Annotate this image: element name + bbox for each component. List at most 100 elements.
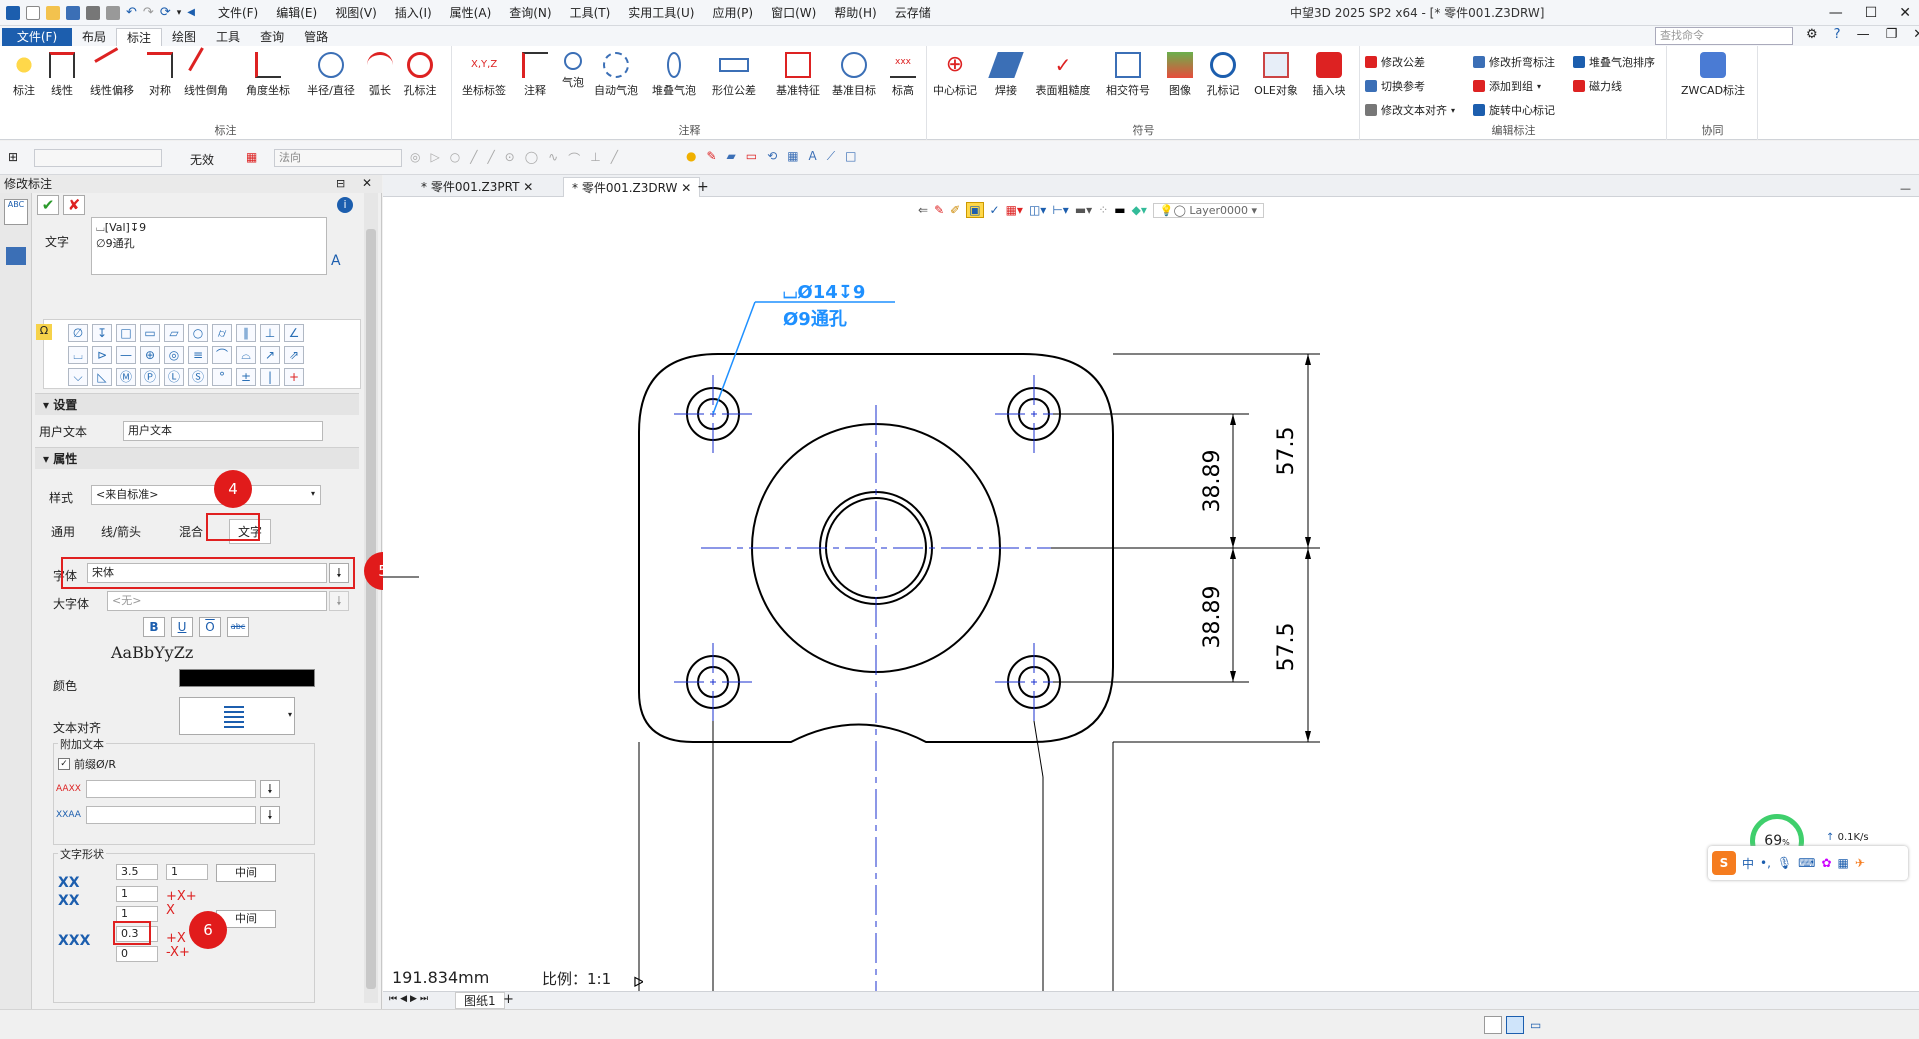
s-circle-symbol[interactable]: Ⓢ [188,368,208,386]
print-icon[interactable] [86,5,100,20]
dim-38-89-top[interactable]: 38.89 [1200,450,1225,513]
view-layer-icon[interactable]: ▬▾ [1075,203,1092,217]
rotate-view-icon[interactable]: ⟲ [767,149,777,164]
info-icon[interactable]: i [337,197,353,213]
pin-icon[interactable]: ⊟ [336,177,345,190]
modify-tolerance-button[interactable]: 修改公差 [1365,54,1425,70]
tab-general[interactable]: 通用 [51,523,75,540]
menu-tools[interactable]: 工具(T) [561,0,620,26]
frame-icon[interactable]: ▭ [746,149,757,164]
slope-symbol[interactable]: ⊳ [92,346,112,364]
hole-dim-button[interactable]: 孔标注 [398,52,442,98]
arc-length-button[interactable]: 弧长 [358,52,402,98]
align-dropdown[interactable]: ▾ [179,697,295,735]
profile-line-symbol[interactable]: ⌒ [212,346,232,364]
profile-surface-symbol[interactable]: ⌓ [236,346,256,364]
canvas-minimize-icon[interactable]: — [1900,182,1911,195]
bigfont-pick-button[interactable]: 🠗 [329,591,349,611]
gdt-button[interactable]: 形位公差 [707,52,761,98]
slope-icon[interactable]: ⟋ [827,149,835,164]
square-symbol[interactable]: □ [116,324,136,342]
ime-lang-icon[interactable]: 中 [1742,855,1754,872]
menu-apps[interactable]: 应用(P) [703,0,762,26]
center-button-1[interactable]: 中间 [216,864,276,882]
view-grid-icon[interactable]: ▦▾ [1006,203,1023,217]
runout-symbol[interactable]: ↗ [260,346,280,364]
toggle-reference-button[interactable]: 切换参考 [1365,78,1425,94]
menu-window[interactable]: 窗口(W) [762,0,825,26]
close-icon[interactable]: ✕ [523,180,533,194]
datum-feature-button[interactable]: 基准特征 [771,52,825,98]
text-height-input[interactable]: 3.5 [116,864,158,880]
tab-query[interactable]: 查询 [250,28,294,46]
bold-button[interactable]: B [143,617,165,637]
tab-annotate[interactable]: 标注 [116,28,163,46]
stacked-balloon-button[interactable]: 堆叠气泡 [647,52,701,98]
color-swatch[interactable] [179,669,315,687]
ime-tool-icon[interactable]: ✈ [1855,856,1865,870]
eraser-icon[interactable]: ▰ [727,149,736,164]
view-brush-icon[interactable]: ✐ [950,203,960,217]
slant-input[interactable]: 0 [116,946,158,962]
snap-arc-icon[interactable]: ⌒ [568,150,580,167]
view-linewidth-icon[interactable]: ▬ [1114,203,1125,217]
doc-tab-part[interactable]: * 零件001.Z3PRT ✕ [413,177,541,197]
layer-tab-icon[interactable] [6,247,26,265]
datum-target-button[interactable]: 基准目标 [827,52,881,98]
view-filter-icon[interactable]: ✓ [990,203,1000,217]
gear-icon[interactable]: ⚙ [1806,27,1818,42]
prefix-input[interactable] [86,780,256,798]
panel-scrollbar[interactable] [364,193,378,1003]
drawing-canvas[interactable]: 57.5 38.89 38.89 57.5 ⌴Ø14↧9 Ø9通孔 ᐅ [371,197,1919,991]
position-symbol[interactable]: ⊕ [140,346,160,364]
hole-callout-line2[interactable]: Ø9通孔 [783,309,847,330]
plus-symbol[interactable]: + [284,368,304,386]
menu-insert[interactable]: 插入(I) [386,0,441,26]
cancel-button[interactable]: ✘ [63,195,85,215]
bigfont-dropdown[interactable]: <无> [107,591,327,611]
underline-button[interactable]: U [171,617,193,637]
text-ratio-input[interactable]: 1 [166,864,208,880]
ime-punct-icon[interactable]: •, [1760,856,1771,870]
m-circle-symbol[interactable]: Ⓜ [116,368,136,386]
view-pen-icon[interactable]: ✎ [934,203,944,217]
tab-tools[interactable]: 工具 [206,28,250,46]
suffix-input[interactable] [86,806,256,824]
brush-icon[interactable]: ✎ [706,149,716,164]
status-monitor-icon[interactable]: ▭ [1530,1018,1541,1032]
snap-play-icon[interactable]: ▷ [430,150,439,167]
flatness-symbol[interactable]: ▭ [140,324,160,342]
square-icon[interactable]: □ [845,149,856,164]
symmetry-symbol[interactable]: ≡ [188,346,208,364]
view-dim-icon[interactable]: ⊢▾ [1052,203,1068,217]
text-style-icon[interactable]: A [331,253,341,269]
ole-object-button[interactable]: OLE对象 [1248,52,1304,98]
menu-cloud[interactable]: 云存储 [886,0,940,26]
suffix-pick-button[interactable]: 🠗 [260,806,280,824]
view-display-icon[interactable]: ◫▾ [1029,203,1046,217]
tab-layout[interactable]: 布局 [72,28,116,46]
menu-help[interactable]: 帮助(H) [825,0,885,26]
tab-file[interactable]: 文件(F) [2,28,72,46]
perpendicular-symbol[interactable]: ⊥ [260,324,280,342]
ime-skin-icon[interactable]: ✿ [1821,856,1831,870]
degree-symbol[interactable]: ° [212,368,232,386]
snap-grid-icon[interactable]: ◎ [410,150,420,167]
grid-toggle-icon[interactable]: ▦ [787,149,798,164]
close-icon[interactable]: ✕ [1899,0,1911,26]
tab-line-arrow[interactable]: 线/箭头 [101,523,141,540]
depth-symbol[interactable]: ↧ [92,324,112,342]
sheet-tab[interactable]: 图纸1 [455,992,505,1009]
counterbore-symbol[interactable]: ⌴ [68,346,88,364]
angle-coord-button[interactable]: 角度坐标 [240,52,296,98]
magnetic-line-button[interactable]: 磁力线 [1573,78,1622,94]
drawing-svg[interactable]: 57.5 38.89 38.89 57.5 ⌴Ø14↧9 Ø9通孔 ᐅ [371,197,1919,991]
dim-38-89-bottom[interactable]: 38.89 [1200,586,1225,649]
restore-doc-icon[interactable]: ❐ [1886,27,1898,42]
overline-button[interactable]: O [199,617,221,637]
menu-utilities[interactable]: 实用工具(U) [619,0,703,26]
tab-draw[interactable]: 绘图 [162,28,206,46]
snap-slash-icon[interactable]: ╱ [611,150,618,167]
save-icon[interactable] [66,5,80,20]
layer-dropdown[interactable]: 💡◯ Layer0000 ▾ [1152,202,1265,218]
